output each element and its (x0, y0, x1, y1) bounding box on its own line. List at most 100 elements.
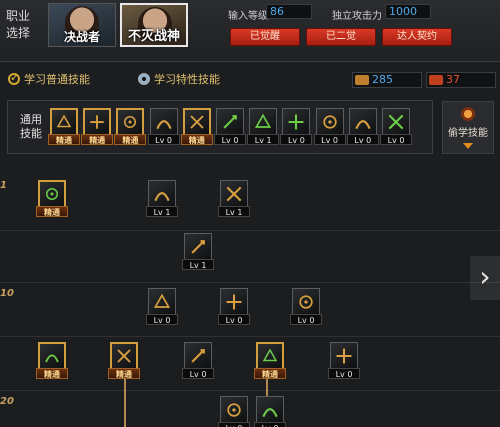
arc-sweep-icon[interactable] (330, 342, 358, 370)
skill-glyph (115, 347, 133, 365)
spin-slash-icon[interactable] (148, 288, 176, 316)
target-circle-icon[interactable] (216, 108, 244, 136)
spear-arc-icon[interactable] (184, 233, 212, 261)
skill-glyph (43, 347, 61, 365)
portrait-name: 不灭战神 (127, 29, 180, 44)
master-contract-button[interactable]: 达人契约 (382, 28, 452, 46)
tree-row-divider (0, 282, 500, 283)
spear-thrust-icon[interactable] (148, 180, 176, 208)
skill-level-label: Lv 0 (218, 314, 250, 325)
skill-glyph (224, 292, 244, 312)
dropdown-arrow-icon (463, 143, 473, 149)
checkbox-icon (8, 71, 20, 85)
skill-level-label: 精通 (36, 206, 68, 217)
skill-level-label: 精通 (36, 368, 68, 379)
skill-level-label: Lv 0 (146, 314, 178, 325)
skill-glyph (88, 113, 106, 131)
green-figure-icon[interactable] (282, 108, 311, 136)
skill-glyph (224, 400, 244, 420)
crossed-wings-icon[interactable] (149, 108, 178, 136)
skill-glyph (154, 112, 174, 132)
learn-common-skills-label: 学习普通技能 (24, 73, 90, 86)
skill-level-label: 精通 (180, 134, 213, 145)
skill-level-label: Lv 0 (254, 422, 286, 427)
attack-label: 独立攻击力 (332, 11, 382, 22)
attack-input[interactable]: 1000 (385, 4, 431, 19)
gold-ring-icon[interactable] (315, 108, 344, 136)
learn-special-skills-label: 学习特性技能 (154, 73, 220, 86)
skill-level-label: 精通 (81, 134, 114, 145)
portrait-immortal-war-god[interactable]: 不灭战神 (120, 3, 188, 47)
skill-glyph (386, 112, 406, 132)
radio-icon (138, 73, 150, 85)
common-skills-label: 通用技能 (20, 113, 42, 140)
running-figure-icon[interactable] (116, 108, 145, 136)
tp-counter: 37 (426, 72, 496, 88)
skill-glyph (152, 292, 172, 312)
steal-skills-button[interactable]: 偷学技能 (442, 101, 494, 154)
level-label: 输入等级 (228, 11, 268, 22)
tree-row-divider (0, 390, 500, 391)
kneeling-figure-icon[interactable] (83, 108, 112, 136)
skill-level-label: Lv 0 (380, 134, 412, 145)
double-slash-icon[interactable] (220, 396, 248, 424)
skill-level-label: Lv 0 (290, 314, 322, 325)
sp-counter: 285 (352, 72, 422, 88)
skill-level-label: Lv 0 (346, 134, 379, 145)
gold-figure-icon[interactable] (348, 108, 377, 136)
skill-glyph (286, 112, 306, 132)
learn-common-skills-option[interactable]: 学习普通技能 (8, 71, 90, 87)
skill-glyph (188, 346, 208, 366)
tp-value: 37 (446, 73, 460, 86)
sitting-figure-icon[interactable] (50, 108, 78, 136)
green-leap-icon[interactable] (382, 108, 410, 136)
tree-level-marker: 20 (0, 396, 14, 407)
second-awaken-button[interactable]: 已二觉 (306, 28, 376, 46)
crossed-blades-icon[interactable] (220, 180, 248, 208)
skill-level-label: 精通 (254, 368, 286, 379)
tree-row-divider (0, 336, 500, 337)
portrait-berserker[interactable]: 决战者 (48, 3, 116, 47)
skill-glyph (253, 112, 273, 132)
green-slash-icon[interactable] (38, 180, 66, 208)
tree-level-marker: 1 (0, 180, 7, 191)
skill-level-label: Lv 1 (247, 134, 280, 145)
skill-level-label: Lv 0 (280, 134, 313, 145)
skill-glyph (121, 113, 139, 131)
portrait-name: 决战者 (63, 30, 100, 44)
skill-glyph (261, 347, 279, 365)
skill-level-label: Lv 1 (182, 259, 214, 270)
green-claw-icon[interactable] (38, 342, 66, 370)
skill-level-label: Lv 0 (328, 368, 360, 379)
skill-glyph (220, 112, 240, 132)
level-input[interactable]: 86 (266, 4, 312, 19)
green-strike-icon[interactable] (249, 108, 278, 136)
skill-level-label: 精通 (48, 134, 80, 145)
tp-chip-icon (429, 75, 443, 85)
skill-glyph (188, 113, 206, 131)
skill-glyph (55, 113, 73, 131)
triple-spear-icon[interactable] (220, 288, 248, 316)
skill-glyph (353, 112, 373, 132)
sp-chip-icon (355, 75, 369, 85)
whirl-strike-icon[interactable] (184, 342, 212, 370)
ice-blade-icon[interactable] (256, 396, 284, 424)
sp-value: 285 (372, 73, 393, 86)
skill-glyph (296, 292, 316, 312)
tree-level-marker: 10 (0, 288, 14, 299)
steal-skills-label: 偷学技能 (448, 128, 488, 139)
awaken-button[interactable]: 已觉醒 (230, 28, 300, 46)
skill-glyph (43, 185, 61, 203)
job-select-label: 职业选择 (6, 9, 31, 40)
winged-emblem-icon[interactable] (182, 108, 211, 136)
skill-level-label: Lv 0 (214, 134, 246, 145)
skill-level-label: Lv 0 (182, 368, 214, 379)
skill-level-label: 精通 (108, 368, 140, 379)
skill-glyph (334, 346, 354, 366)
learn-special-skills-option[interactable]: 学习特性技能 (138, 71, 220, 87)
skill-level-label: Lv 1 (146, 206, 178, 217)
next-page-arrow-icon[interactable]: › (470, 256, 500, 300)
leaping-strike-icon[interactable] (292, 288, 320, 316)
green-burst-icon[interactable] (256, 342, 284, 370)
rising-spear-icon[interactable] (110, 342, 138, 370)
